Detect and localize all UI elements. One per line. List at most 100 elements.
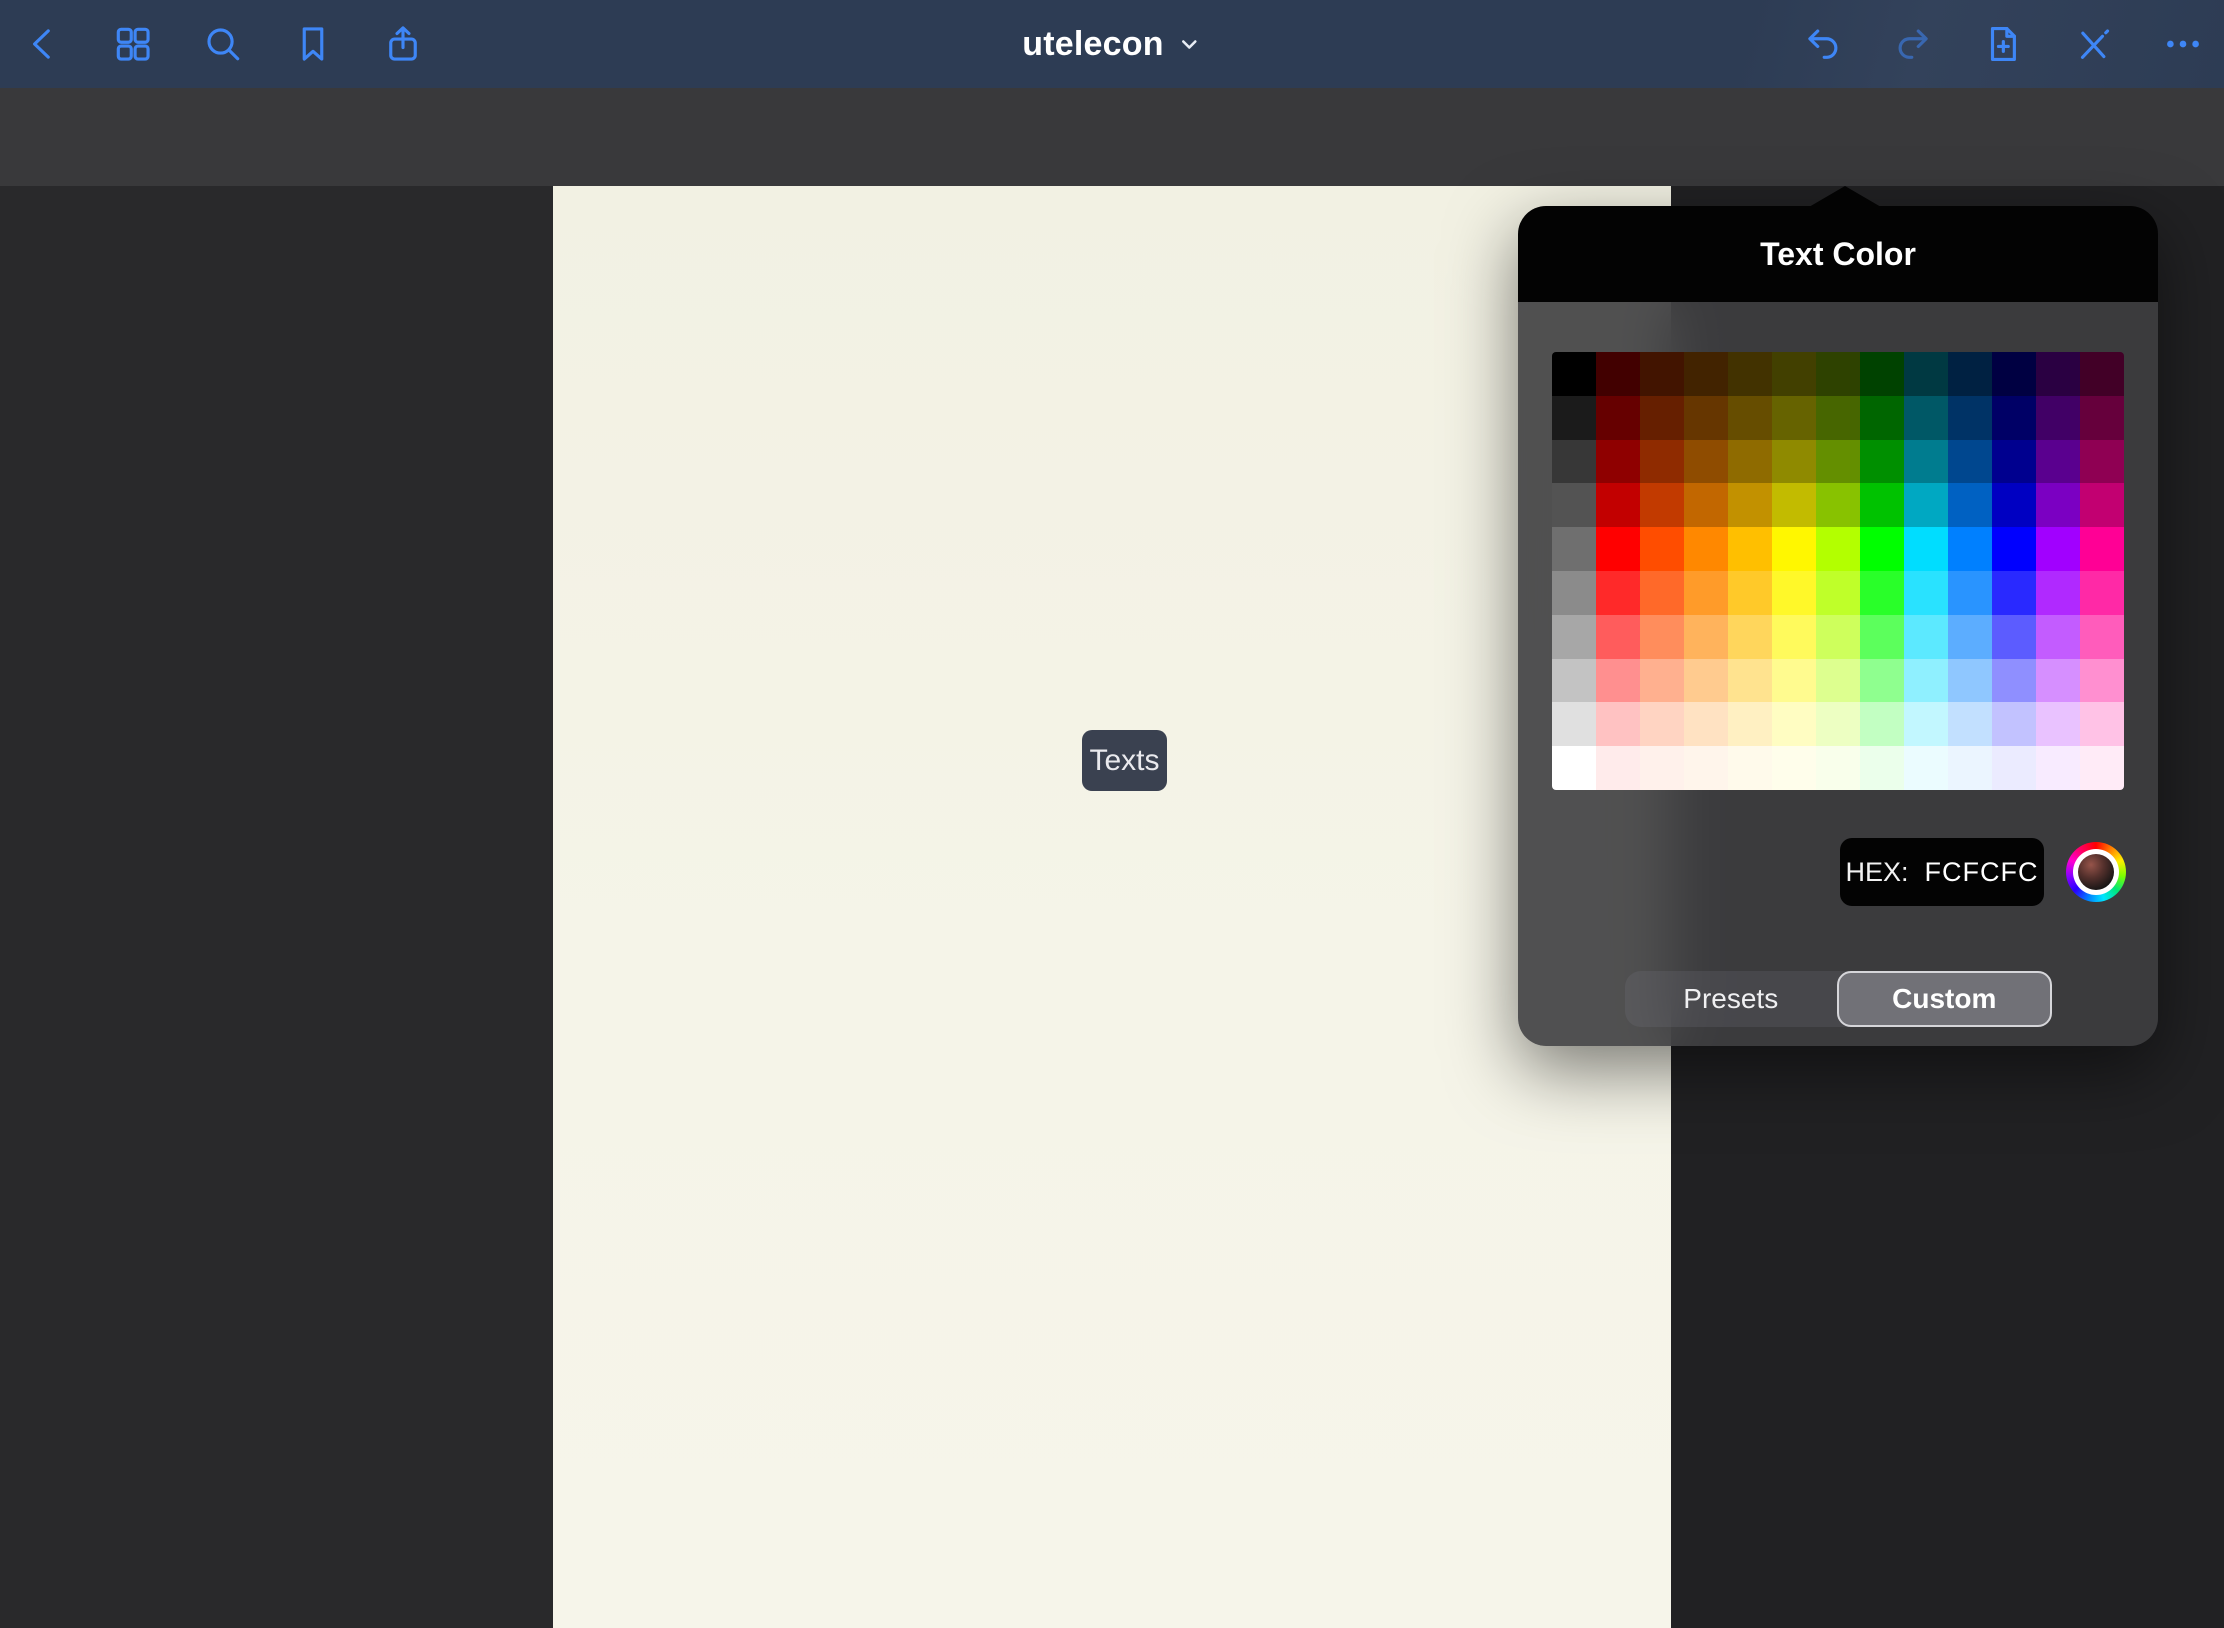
color-swatch[interactable] (1816, 440, 1860, 484)
color-swatch[interactable] (1596, 615, 1640, 659)
hex-input[interactable]: HEX: FCFCFC (1840, 838, 2044, 906)
color-swatch[interactable] (1552, 659, 1596, 703)
color-swatch[interactable] (1992, 571, 2036, 615)
color-swatch[interactable] (1640, 615, 1684, 659)
color-swatch[interactable] (1552, 396, 1596, 440)
color-swatch[interactable] (1904, 571, 1948, 615)
color-swatch[interactable] (1596, 483, 1640, 527)
color-swatch[interactable] (1552, 352, 1596, 396)
color-swatch[interactable] (1904, 527, 1948, 571)
redo-icon[interactable] (1890, 21, 1936, 67)
color-swatch[interactable] (1904, 352, 1948, 396)
color-swatch[interactable] (1904, 440, 1948, 484)
color-swatch[interactable] (1816, 702, 1860, 746)
color-swatch[interactable] (1640, 702, 1684, 746)
color-swatch[interactable] (1992, 352, 2036, 396)
document-title[interactable]: utelecon (1022, 0, 1201, 88)
color-swatch[interactable] (1640, 571, 1684, 615)
color-swatch[interactable] (2036, 527, 2080, 571)
color-swatch[interactable] (1860, 571, 1904, 615)
color-swatch[interactable] (1684, 396, 1728, 440)
more-icon[interactable] (2160, 21, 2206, 67)
tab-presets[interactable]: Presets (1625, 971, 1837, 1027)
color-swatch[interactable] (1992, 527, 2036, 571)
color-swatch[interactable] (1684, 440, 1728, 484)
color-swatch[interactable] (1596, 659, 1640, 703)
color-swatch[interactable] (1684, 659, 1728, 703)
color-swatch[interactable] (1772, 702, 1816, 746)
tab-custom[interactable]: Custom (1837, 971, 2053, 1027)
color-swatch[interactable] (1992, 396, 2036, 440)
color-swatch[interactable] (1904, 746, 1948, 790)
color-swatch[interactable] (1640, 483, 1684, 527)
bookmark-icon[interactable] (290, 21, 336, 67)
color-swatch[interactable] (1904, 659, 1948, 703)
color-swatch[interactable] (1948, 615, 1992, 659)
color-swatch[interactable] (2036, 615, 2080, 659)
color-swatch[interactable] (1552, 527, 1596, 571)
color-swatch[interactable] (1640, 352, 1684, 396)
color-swatch[interactable] (1860, 746, 1904, 790)
color-swatch[interactable] (1860, 483, 1904, 527)
color-swatch[interactable] (1948, 702, 1992, 746)
color-swatch[interactable] (2036, 440, 2080, 484)
color-swatch[interactable] (1596, 440, 1640, 484)
color-swatch[interactable] (1772, 483, 1816, 527)
page-grid-icon[interactable] (110, 21, 156, 67)
color-swatch[interactable] (1640, 396, 1684, 440)
color-swatch[interactable] (1684, 615, 1728, 659)
color-swatch[interactable] (1816, 615, 1860, 659)
color-swatch[interactable] (1816, 396, 1860, 440)
color-swatch[interactable] (1728, 352, 1772, 396)
color-swatch[interactable] (2036, 702, 2080, 746)
color-swatch[interactable] (1596, 396, 1640, 440)
color-swatch[interactable] (1816, 483, 1860, 527)
color-swatch[interactable] (1948, 746, 1992, 790)
color-swatch[interactable] (1772, 440, 1816, 484)
color-swatch[interactable] (1816, 527, 1860, 571)
color-swatch[interactable] (1816, 571, 1860, 615)
color-swatch[interactable] (1904, 702, 1948, 746)
color-swatch[interactable] (1552, 746, 1596, 790)
color-swatch[interactable] (1596, 571, 1640, 615)
color-swatch[interactable] (1728, 615, 1772, 659)
undo-icon[interactable] (1800, 21, 1846, 67)
color-swatch[interactable] (1596, 746, 1640, 790)
color-swatch[interactable] (1948, 659, 1992, 703)
color-swatch[interactable] (1684, 352, 1728, 396)
color-swatch[interactable] (1684, 483, 1728, 527)
color-swatch[interactable] (1948, 396, 1992, 440)
color-swatch[interactable] (2080, 571, 2124, 615)
color-swatch[interactable] (1728, 659, 1772, 703)
color-swatch[interactable] (1684, 527, 1728, 571)
color-swatch[interactable] (1816, 352, 1860, 396)
back-icon[interactable] (20, 21, 66, 67)
color-swatch[interactable] (1860, 659, 1904, 703)
color-swatch[interactable] (1860, 352, 1904, 396)
color-swatch[interactable] (1992, 483, 2036, 527)
color-swatch[interactable] (1860, 702, 1904, 746)
color-swatch[interactable] (1772, 396, 1816, 440)
color-swatch[interactable] (1948, 571, 1992, 615)
color-swatch[interactable] (2080, 702, 2124, 746)
color-swatch[interactable] (1772, 659, 1816, 703)
color-swatch[interactable] (1640, 440, 1684, 484)
color-swatch[interactable] (1684, 571, 1728, 615)
color-swatch[interactable] (1684, 702, 1728, 746)
color-swatch[interactable] (1772, 746, 1816, 790)
color-swatch[interactable] (1640, 746, 1684, 790)
color-swatch[interactable] (1596, 527, 1640, 571)
color-swatch[interactable] (2080, 396, 2124, 440)
document-page-canvas[interactable]: Texts (553, 186, 1671, 1628)
color-swatch[interactable] (1948, 483, 1992, 527)
color-swatch[interactable] (1904, 483, 1948, 527)
color-swatch[interactable] (1728, 483, 1772, 527)
color-swatch[interactable] (1728, 746, 1772, 790)
color-swatch[interactable] (1728, 702, 1772, 746)
color-swatch[interactable] (1772, 615, 1816, 659)
color-swatch[interactable] (1728, 396, 1772, 440)
color-swatch[interactable] (1992, 659, 2036, 703)
color-swatch[interactable] (1552, 702, 1596, 746)
color-swatch[interactable] (2080, 746, 2124, 790)
color-swatch[interactable] (1552, 483, 1596, 527)
